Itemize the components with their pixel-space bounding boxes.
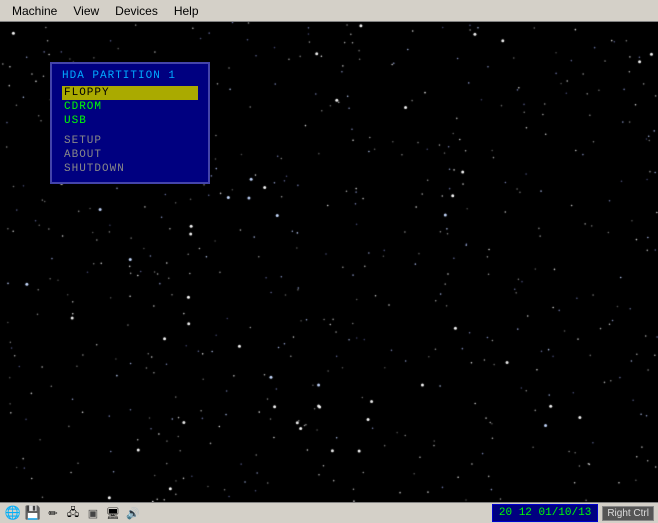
bios-item-cdrom[interactable]: CDROM: [62, 100, 198, 114]
status-bar: 🌐 💾 ✏ 🖧 ▣ 🖥 🔊 20 12 01/10/13 Right Ctrl: [0, 502, 658, 523]
menu-help[interactable]: Help: [166, 2, 207, 20]
bios-title: HDA PARTITION 1: [62, 70, 198, 82]
bios-boot-menu[interactable]: HDA PARTITION 1 FLOPPY CDROM USB SETUP A…: [50, 62, 210, 184]
time-display: 20 12 01/10/13: [492, 504, 598, 522]
usb-icon[interactable]: ▣: [84, 504, 102, 522]
menu-view[interactable]: View: [65, 2, 107, 20]
floppy-save-icon[interactable]: 💾: [24, 504, 42, 522]
bios-item-shutdown[interactable]: SHUTDOWN: [62, 162, 198, 176]
edit-icon[interactable]: ✏: [44, 504, 62, 522]
bios-item-about[interactable]: ABOUT: [62, 148, 198, 162]
audio-icon[interactable]: 🔊: [124, 504, 142, 522]
bios-item-usb[interactable]: USB: [62, 114, 198, 128]
status-right: 20 12 01/10/13 Right Ctrl: [492, 504, 654, 522]
right-ctrl-badge: Right Ctrl: [602, 506, 654, 521]
network-icon[interactable]: 🖧: [64, 504, 82, 522]
bios-item-floppy[interactable]: FLOPPY: [62, 86, 198, 100]
menu-machine[interactable]: Machine: [4, 2, 65, 20]
bios-item-setup[interactable]: SETUP: [62, 134, 198, 148]
display-icon[interactable]: 🖥: [104, 504, 122, 522]
globe-icon[interactable]: 🌐: [4, 504, 22, 522]
menu-devices[interactable]: Devices: [107, 2, 166, 20]
menu-bar: Machine View Devices Help: [0, 0, 658, 22]
vm-screen[interactable]: HDA PARTITION 1 FLOPPY CDROM USB SETUP A…: [0, 22, 658, 502]
status-left: 🌐 💾 ✏ 🖧 ▣ 🖥 🔊: [4, 504, 142, 522]
